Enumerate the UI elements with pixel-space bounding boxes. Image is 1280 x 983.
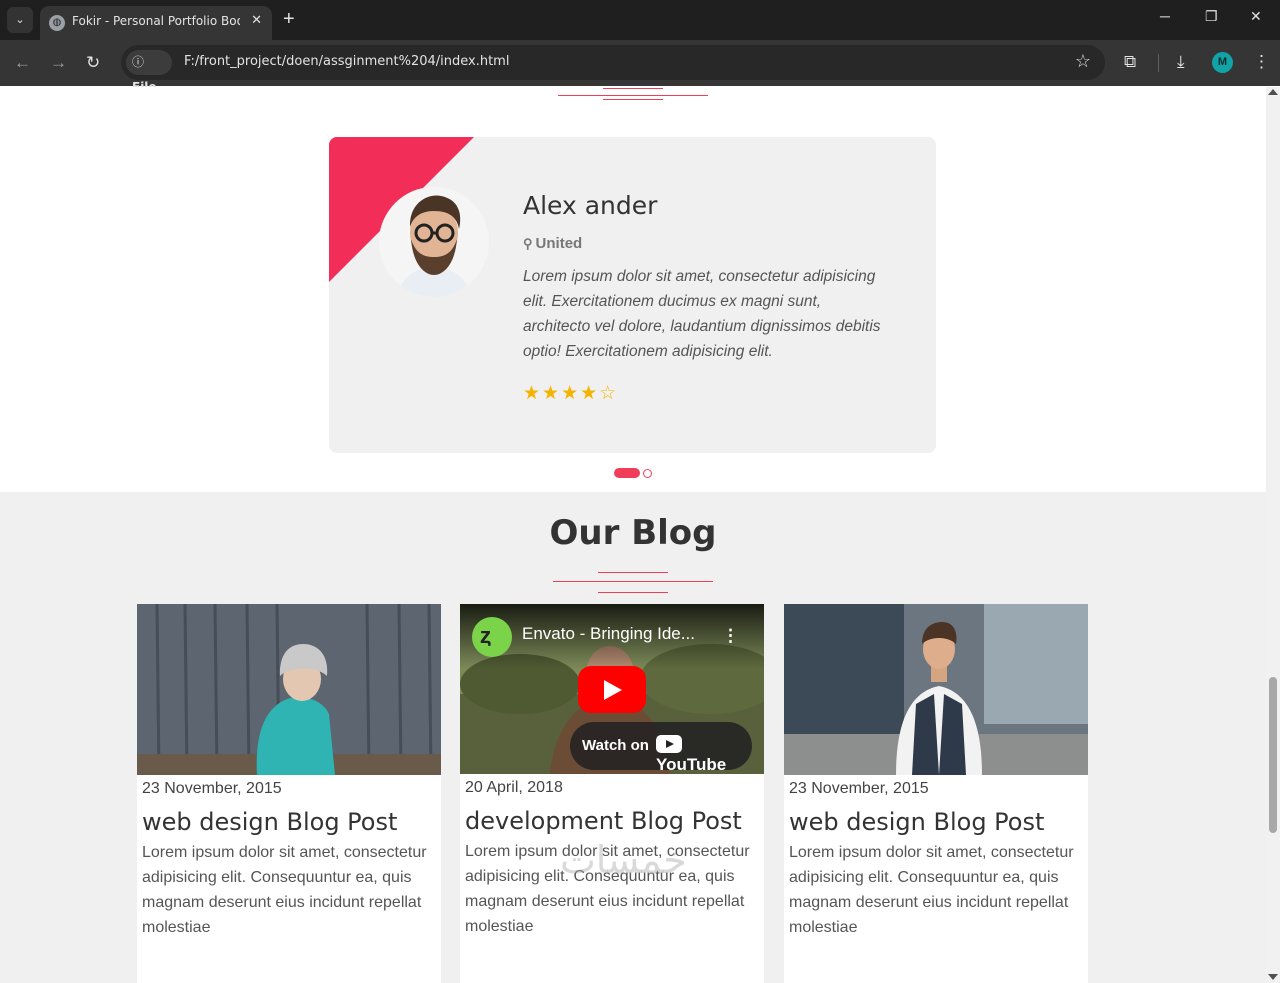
- blog-date: 20 April, 2018: [465, 779, 563, 796]
- kebab-menu-icon[interactable]: ⋮: [722, 626, 739, 646]
- reload-icon[interactable]: ↻: [86, 53, 100, 73]
- blog-date: 23 November, 2015: [789, 780, 929, 797]
- blog-excerpt: Lorem ipsum dolor sit amet, consectetur …: [789, 844, 1074, 936]
- blog-title[interactable]: web design Blog Post: [142, 808, 397, 836]
- scroll-down-arrow-icon[interactable]: [1268, 974, 1278, 980]
- youtube-embed[interactable]: ȥ Envato - Bringing Ide... ⋮ Watch on Yo…: [460, 604, 764, 774]
- kebab-menu-icon[interactable]: ⋮: [1253, 52, 1270, 72]
- window-close-icon[interactable]: ✕: [1250, 8, 1262, 25]
- map-marker-icon: ⚲: [523, 236, 533, 251]
- tab-title: Fokir - Personal Portfolio Bootst: [72, 14, 240, 28]
- toolbar-divider: [1158, 54, 1159, 72]
- watch-on-label: Watch on: [582, 737, 649, 754]
- youtube-logo: YouTube: [656, 735, 752, 774]
- blog-section: Our Blog 23 November, 2015 web design Bl…: [0, 492, 1266, 983]
- close-icon[interactable]: ✕: [251, 12, 262, 28]
- blog-date: 23 November, 2015: [142, 780, 282, 797]
- tab-search-chevron-down-icon[interactable]: ⌄: [7, 7, 33, 33]
- profile-avatar[interactable]: M: [1212, 52, 1233, 73]
- tab-bar: ⌄ ◍ Fokir - Personal Portfolio Bootst ✕ …: [0, 0, 1280, 40]
- url-text[interactable]: F:/front_project/doen/assginment%204/ind…: [184, 54, 509, 69]
- blog-card[interactable]: ȥ Envato - Bringing Ide... ⋮ Watch on Yo…: [460, 604, 764, 983]
- blog-title[interactable]: development Blog Post: [465, 807, 742, 835]
- blog-card[interactable]: 23 November, 2015 web design Blog Post L…: [784, 604, 1088, 983]
- globe-icon: ◍: [49, 15, 65, 31]
- arrow-left-icon[interactable]: ←: [14, 53, 31, 73]
- site-info-chip[interactable]: ⓘ File: [126, 50, 172, 94]
- play-button[interactable]: [578, 666, 646, 713]
- testimonial-card: Alex ander ⚲ United Lorem ipsum dolor sit…: [329, 137, 936, 453]
- page-scrollbar[interactable]: [1266, 87, 1280, 983]
- testimonial-name: Alex ander: [523, 191, 658, 220]
- blog-image[interactable]: [137, 604, 441, 775]
- location-label: United: [535, 235, 583, 252]
- blog-excerpt: Lorem ipsum dolor sit amet, consectetur …: [142, 844, 427, 936]
- section-title: Our Blog: [549, 513, 717, 553]
- info-icon: ⓘ: [132, 55, 145, 69]
- puzzle-icon[interactable]: ⧉: [1124, 52, 1136, 72]
- scroll-up-arrow-icon[interactable]: [1268, 89, 1278, 95]
- arrow-right-icon[interactable]: →: [50, 53, 67, 73]
- testimonial-text: Lorem ipsum dolor sit amet, consectetur …: [523, 268, 881, 360]
- restore-icon[interactable]: ❐: [1205, 8, 1218, 25]
- watermark-logo: خمسات: [560, 838, 687, 882]
- video-title[interactable]: Envato - Bringing Ide...: [522, 624, 695, 644]
- browser-tab[interactable]: ◍ Fokir - Personal Portfolio Bootst ✕: [40, 6, 272, 40]
- browser-toolbar: ← → ↻ ⓘ File F:/front_project/doen/assgi…: [0, 40, 1280, 94]
- slider-dot[interactable]: [643, 469, 652, 478]
- testimonial-avatar: [379, 187, 489, 297]
- testimonial-location: ⚲ United: [523, 235, 582, 252]
- slider-dot-active[interactable]: [614, 468, 640, 478]
- blog-image[interactable]: [784, 604, 1088, 775]
- youtube-icon: [656, 735, 682, 753]
- plus-icon[interactable]: +: [283, 8, 295, 30]
- channel-logo[interactable]: ȥ: [472, 617, 512, 657]
- star-icon[interactable]: ☆: [1075, 51, 1091, 72]
- watch-on-youtube-button[interactable]: Watch on YouTube: [570, 722, 752, 774]
- address-bar[interactable]: ⓘ File F:/front_project/doen/assginment%…: [121, 45, 1105, 94]
- blog-card[interactable]: 23 November, 2015 web design Blog Post L…: [137, 604, 441, 983]
- scrollbar-thumb[interactable]: [1269, 677, 1277, 833]
- youtube-brand-label: YouTube: [656, 755, 727, 774]
- blog-title[interactable]: web design Blog Post: [789, 808, 1044, 836]
- download-icon[interactable]: ⤓: [1177, 52, 1185, 72]
- star-rating: ★★★★☆: [523, 383, 619, 404]
- minimize-icon[interactable]: ─: [1160, 8, 1170, 24]
